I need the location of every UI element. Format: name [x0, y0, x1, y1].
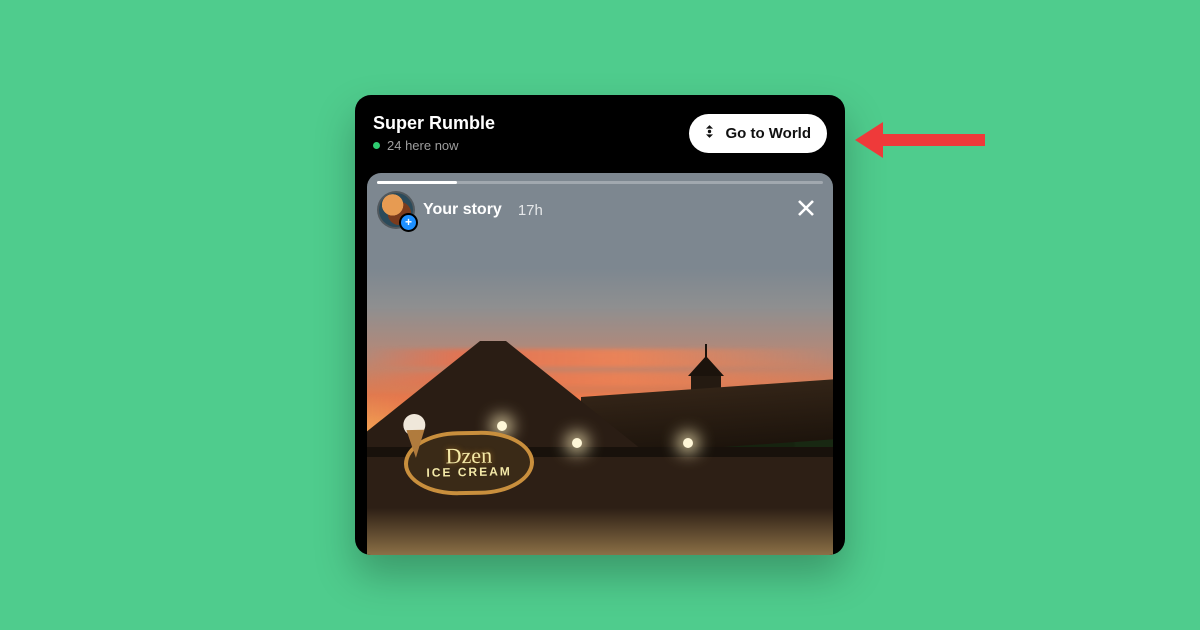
- story-card: Super Rumble 24 here now Go to World: [355, 95, 845, 555]
- world-title: Super Rumble: [373, 113, 495, 134]
- online-dot-icon: [373, 142, 380, 149]
- annotation-arrow-icon: [855, 122, 985, 158]
- close-icon: [794, 196, 818, 225]
- story-timestamp: 17h: [518, 202, 543, 219]
- story-progress-bar: [377, 181, 823, 184]
- world-header-info: Super Rumble 24 here now: [373, 113, 495, 153]
- go-to-world-button[interactable]: Go to World: [689, 114, 827, 153]
- storefront-sign: Dzen ICE CREAM: [404, 430, 535, 496]
- sign-line-2: ICE CREAM: [427, 464, 513, 479]
- close-button[interactable]: [791, 195, 821, 225]
- sign-line-1: Dzen: [446, 447, 493, 465]
- avatar[interactable]: [379, 193, 413, 227]
- story-image: Dzen ICE CREAM: [367, 173, 833, 555]
- presence-status: 24 here now: [373, 138, 495, 153]
- world-icon: [701, 123, 718, 144]
- story-header: Your story 17h: [379, 193, 821, 227]
- go-to-world-label: Go to World: [725, 125, 811, 142]
- world-header: Super Rumble 24 here now Go to World: [355, 95, 845, 167]
- story-owner-label: Your story: [423, 201, 502, 219]
- presence-count: 24 here now: [387, 138, 459, 153]
- story-viewport[interactable]: Dzen ICE CREAM Your story 17h: [367, 173, 833, 555]
